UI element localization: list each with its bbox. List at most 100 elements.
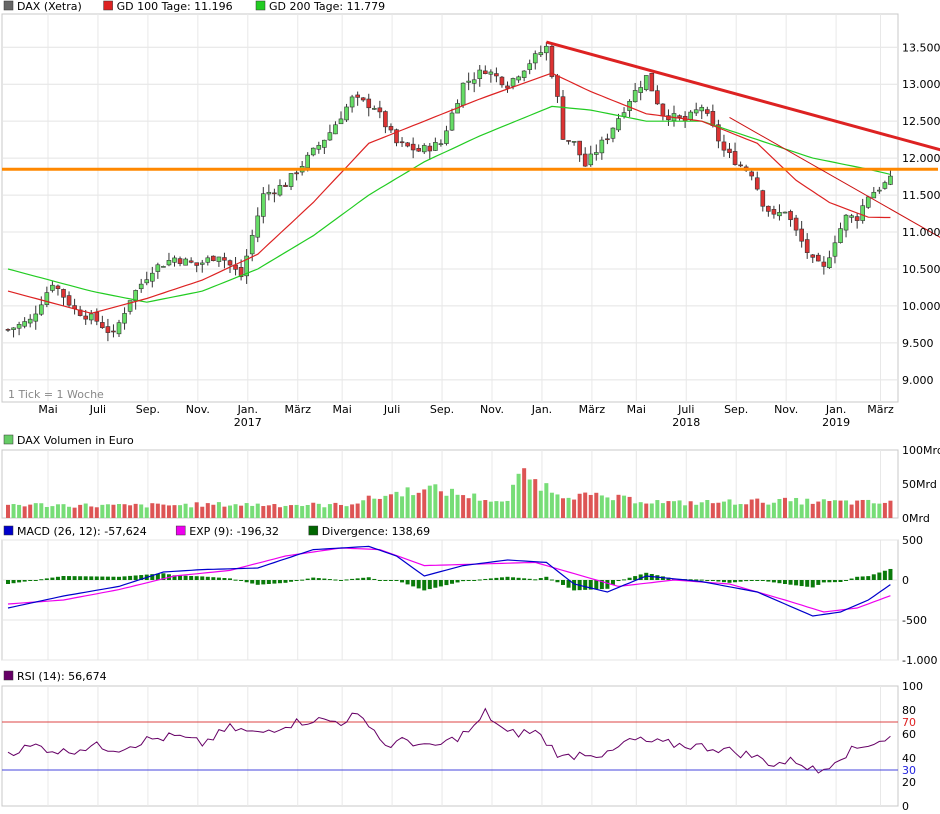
- candle-body: [338, 118, 344, 125]
- volume-bar: [228, 505, 232, 518]
- volume-bar: [300, 506, 305, 518]
- price-tick-label: 13.500: [902, 41, 940, 54]
- candle-body: [460, 82, 466, 106]
- dax-chart: 13.500 13.000 12.500 12.000 11.500 11.000 10.5…: [1, 0, 940, 813]
- volume-bar: [483, 500, 488, 518]
- divergence-bar: [821, 580, 826, 583]
- divergence-bar: [755, 580, 760, 581]
- volume-bar: [538, 490, 543, 518]
- legend-swatch: [3, 525, 14, 536]
- divergence-bar: [216, 577, 221, 580]
- volume-bar: [599, 495, 604, 518]
- volume-bar: [866, 499, 871, 518]
- divergence-bar: [44, 578, 49, 580]
- volume-bar: [161, 504, 166, 518]
- volume-bar: [222, 506, 227, 518]
- divergence-bar: [744, 580, 749, 582]
- candle-body: [710, 111, 716, 126]
- candle-body: [577, 140, 582, 156]
- volume-bar: [361, 500, 366, 518]
- divergence-bar: [372, 578, 377, 580]
- divergence-bar: [244, 580, 249, 583]
- legend-label: DAX (Xetra): [17, 0, 82, 13]
- candle-body: [782, 211, 788, 214]
- legend-swatch: [3, 670, 14, 681]
- candle-body: [616, 118, 621, 131]
- candle-body: [593, 152, 599, 155]
- price-tick-label: 10.000: [902, 300, 940, 313]
- volume-bar: [316, 503, 321, 518]
- divergence-bar: [355, 578, 360, 580]
- volume-bar: [877, 503, 882, 518]
- volume-bar: [305, 504, 310, 518]
- divergence-bar: [816, 580, 821, 585]
- divergence-bar: [727, 580, 732, 583]
- candle-body: [360, 97, 366, 101]
- candle-body: [33, 313, 39, 322]
- candle-body: [860, 205, 866, 221]
- x-tick-label: Sep.: [724, 403, 748, 416]
- divergence-bar: [555, 580, 560, 583]
- candle-body: [732, 151, 738, 165]
- price-tick-label: 12.000: [902, 152, 940, 165]
- divergence-bar: [361, 577, 366, 580]
- volume-bar: [166, 505, 171, 518]
- divergence-bar: [105, 576, 110, 580]
- volume-bar: [605, 497, 610, 518]
- divergence-bar: [228, 578, 232, 580]
- volume-bar: [572, 499, 577, 518]
- volume-bar: [733, 504, 738, 518]
- rsi-tick-label: 100: [902, 680, 923, 693]
- candle-body: [588, 153, 594, 166]
- volume-bar: [55, 504, 60, 518]
- divergence-bar: [544, 576, 549, 580]
- divergence-bar: [11, 580, 16, 584]
- divergence-bar: [710, 580, 715, 581]
- divergence-bar: [738, 580, 743, 582]
- divergence-bar: [350, 578, 355, 580]
- candle-body: [216, 256, 222, 262]
- divergence-bar: [222, 578, 227, 580]
- divergence-bar: [388, 580, 393, 581]
- volume-bar: [627, 496, 632, 518]
- candle-body: [827, 257, 832, 269]
- candle-body: [260, 193, 266, 217]
- candle-body: [688, 111, 693, 120]
- divergence-bar: [294, 580, 299, 581]
- volume-bar: [261, 506, 266, 518]
- divergence-bar: [488, 578, 493, 580]
- candle-body: [582, 153, 588, 167]
- candle-body: [854, 216, 860, 221]
- volume-bar: [472, 493, 477, 518]
- year-label: 2017: [234, 416, 262, 429]
- candle-body: [5, 329, 11, 331]
- divergence-bar: [583, 580, 588, 590]
- candle-body: [16, 324, 22, 329]
- legend-label: Divergence: 138,69: [322, 525, 430, 538]
- candle-body: [760, 190, 766, 207]
- divergence-bar: [67, 576, 72, 580]
- candle-body: [777, 212, 782, 217]
- candle-body: [549, 45, 555, 77]
- volume-bar: [366, 495, 371, 518]
- candle-body: [50, 284, 55, 291]
- divergence-bar: [39, 579, 44, 581]
- divergence-bar: [877, 572, 882, 580]
- candle-body: [494, 73, 499, 77]
- divergence-bar: [255, 580, 260, 585]
- x-tick-label: Nov.: [480, 403, 504, 416]
- volume-bar: [561, 498, 565, 518]
- volume-bar: [405, 487, 410, 518]
- divergence-bar: [405, 580, 410, 585]
- volume-bar: [644, 503, 649, 518]
- volume-bar: [488, 501, 493, 518]
- divergence-bar: [594, 580, 599, 590]
- volume-bar: [239, 505, 244, 518]
- panel-frame: [1, 685, 899, 807]
- divergence-bar: [516, 577, 521, 580]
- candle-body: [466, 80, 471, 83]
- candle-body: [793, 217, 799, 231]
- candle-body: [155, 264, 161, 272]
- divergence-bar: [805, 580, 810, 587]
- price-tick-label: 13.000: [902, 78, 940, 91]
